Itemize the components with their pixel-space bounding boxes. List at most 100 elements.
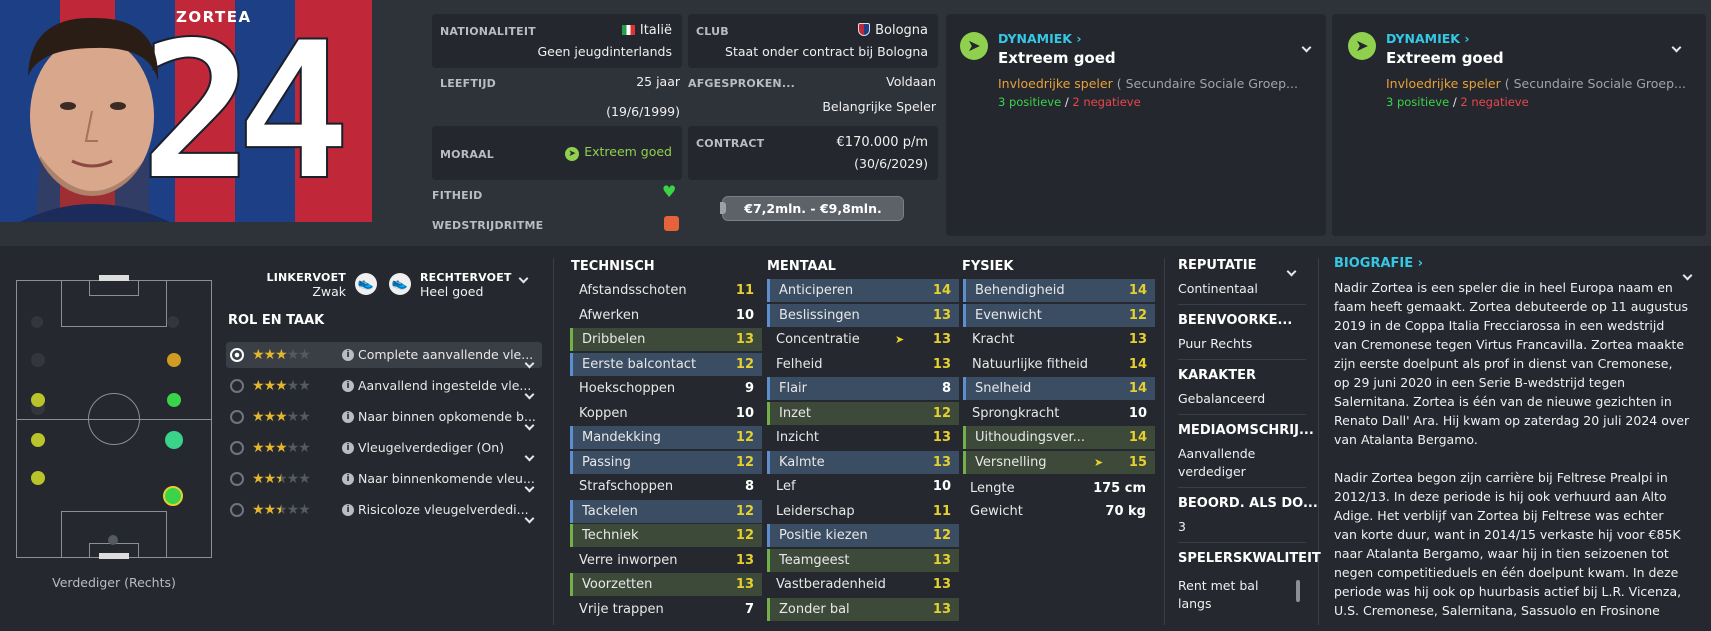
role-radio[interactable] xyxy=(230,379,244,393)
role-radio[interactable] xyxy=(230,410,244,424)
dynamics-card-2[interactable]: ➤ DYNAMIEK › Extreem goed Invloedrijke s… xyxy=(1332,14,1706,236)
trend-arrow-icon: ➤ xyxy=(895,333,905,346)
attribute-row[interactable]: Verre inworpen 13 xyxy=(570,549,762,572)
attribute-row[interactable]: Beslissingen 13 xyxy=(767,303,959,327)
info-icon[interactable]: i xyxy=(342,473,354,485)
info-icon[interactable]: i xyxy=(342,380,354,392)
attribute-row[interactable]: Positie kiezen 12 xyxy=(767,524,959,547)
attribute-row[interactable]: Mandekking 12 xyxy=(570,426,762,449)
attribute-row[interactable]: Tackelen 12 xyxy=(570,499,762,523)
attribute-value: 13 xyxy=(932,552,951,568)
role-radio[interactable] xyxy=(230,503,244,517)
attribute-name: Strafschoppen xyxy=(579,479,674,494)
attribute-row[interactable]: Sprongkracht 10 xyxy=(963,402,1155,425)
chevron-down-icon[interactable] xyxy=(1671,36,1682,55)
attribute-name: Zonder bal xyxy=(779,601,850,617)
dynamics-title: DYNAMIEK xyxy=(998,31,1072,46)
role-radio[interactable] xyxy=(230,348,244,362)
attribute-name: Evenwicht xyxy=(975,307,1042,323)
info-icon[interactable]: i xyxy=(342,504,354,516)
left-boot-icon: 👟 xyxy=(355,273,377,295)
attribute-row[interactable]: Passing 12 xyxy=(570,450,762,474)
attribute-value: 13 xyxy=(932,430,951,445)
attribute-row[interactable]: Natuurlijke fitheid 14 xyxy=(963,353,1155,376)
role-row[interactable]: ★★★★★ i Aanvallend ingestelde vle... xyxy=(226,373,542,400)
attribute-row[interactable]: Hoekschoppen 9 xyxy=(570,377,762,400)
attribute-row[interactable]: Kalmte 13 xyxy=(767,450,959,474)
attribute-row[interactable]: Teamgeest 13 xyxy=(767,548,959,572)
attribute-row[interactable]: Evenwicht 12 xyxy=(963,303,1155,327)
attribute-row[interactable]: Leiderschap 11 xyxy=(767,500,959,523)
role-row[interactable]: ★★★★★ i Naar binnen opkomende b... xyxy=(226,404,542,431)
attribute-row[interactable]: Voorzetten 13 xyxy=(570,573,762,596)
attribute-row[interactable]: Behendigheid 14 xyxy=(963,279,1155,302)
attribute-name: Mandekking xyxy=(582,430,661,445)
nationality-card[interactable]: NATIONALITEIT Italië Geen jeugdinterland… xyxy=(432,14,682,68)
attribute-row[interactable]: Vrije trappen 7 xyxy=(570,598,762,621)
attribute-row[interactable]: Afwerken 10 xyxy=(570,304,762,327)
attribute-row[interactable]: Inzicht 13 xyxy=(767,426,959,449)
info-icon[interactable]: i xyxy=(342,411,354,423)
attribute-name: Felheid xyxy=(776,356,823,372)
attribute-row[interactable]: Flair 8 xyxy=(767,377,959,400)
role-row[interactable]: ★★★★★ i Risicoloze vleugelverdedi... xyxy=(226,497,542,524)
attribute-row[interactable]: Vastberadenheid 13 xyxy=(767,573,959,596)
role-radio[interactable] xyxy=(230,472,244,486)
length-value: 175 cm xyxy=(1093,481,1146,496)
influence-text: Invloedrijke speler xyxy=(1386,76,1501,91)
role-row[interactable]: ★★★★★ i Complete aanvallende vle... xyxy=(226,342,542,369)
attribute-value: 12 xyxy=(932,528,951,543)
role-radio[interactable] xyxy=(230,441,244,455)
attribute-row[interactable]: Dribbelen 13 xyxy=(570,328,762,351)
negative-count: 2 negatieve xyxy=(1072,95,1141,109)
value-badge[interactable]: €7,2mln. - €9,8mln. xyxy=(722,196,904,221)
attribute-row[interactable]: Strafschoppen 8 xyxy=(570,475,762,498)
nationality-label: NATIONALITEIT xyxy=(440,25,536,38)
match-rhythm-icon xyxy=(664,216,679,231)
attribute-row[interactable]: Eerste balcontact 12 xyxy=(570,352,762,376)
dynamics-card-1[interactable]: ➤ DYNAMIEK › Extreem goed Invloedrijke s… xyxy=(946,14,1326,236)
attribute-name: Verre inworpen xyxy=(579,552,678,568)
bio-link[interactable]: BIOGRAFIE › xyxy=(1334,256,1423,271)
attribute-row[interactable]: Felheid 13 xyxy=(767,353,959,376)
attribute-row[interactable]: Koppen 10 xyxy=(570,402,762,425)
attribute-row[interactable]: Lef 10 xyxy=(767,475,959,498)
attribute-row[interactable]: Afstandsschoten 11 xyxy=(570,279,762,302)
attribute-value: 12 xyxy=(735,528,754,543)
attribute-name: Techniek xyxy=(582,528,639,543)
role-row[interactable]: ★★★★★ i Naar binnenkomende vleu... xyxy=(226,466,542,493)
dynamics-link[interactable]: DYNAMIEK › xyxy=(1386,31,1469,46)
attribute-row[interactable]: Kracht 13 xyxy=(963,328,1155,351)
bio-line: Salernitana. Zortea is één van de nieuwe… xyxy=(1334,394,1672,409)
attribute-row[interactable]: Uithoudingsver... 14 xyxy=(963,426,1155,449)
info-icon[interactable]: i xyxy=(342,442,354,454)
chevron-down-icon[interactable] xyxy=(518,267,529,286)
age-label: LEEFTIJD xyxy=(440,77,496,90)
attribute-row[interactable]: Concentratie ➤ 13 xyxy=(767,328,959,351)
fitness-heart-icon: ♥ xyxy=(662,182,677,201)
bio-line: op 29 juni 2020 in een Serie B-wedstrijd… xyxy=(1334,375,1626,390)
roles-title: ROL EN TAAK xyxy=(228,313,325,328)
attribute-name: Natuurlijke fitheid xyxy=(972,356,1089,372)
chevron-down-icon[interactable] xyxy=(1301,36,1312,55)
morale-card[interactable]: MORAAL ➤ Extreem goed xyxy=(432,126,682,180)
attribute-row[interactable]: Anticiperen 14 xyxy=(767,279,959,302)
attribute-value: 13 xyxy=(1128,332,1147,347)
scrollbar[interactable] xyxy=(1296,580,1300,602)
attribute-row[interactable]: Inzet 12 xyxy=(767,401,959,425)
chevron-down-icon[interactable] xyxy=(1286,260,1297,279)
info-icon[interactable]: i xyxy=(342,349,354,361)
media-line-2: verdediger xyxy=(1178,464,1246,479)
chevron-down-icon[interactable] xyxy=(524,505,535,531)
attribute-row[interactable]: Techniek 12 xyxy=(570,524,762,547)
contract-card[interactable]: CONTRACT €170.000 p/m (30/6/2029) xyxy=(688,126,938,180)
attribute-row[interactable]: Versnelling ➤ 15 xyxy=(963,450,1155,474)
attribute-name: Uithoudingsver... xyxy=(975,430,1086,445)
attribute-row[interactable]: Snelheid 14 xyxy=(963,377,1155,400)
attribute-name: Tackelen xyxy=(582,503,638,519)
attribute-row[interactable]: Zonder bal 13 xyxy=(767,597,959,621)
dynamics-link[interactable]: DYNAMIEK › xyxy=(998,31,1081,46)
foot-label: BEENVOORKE... xyxy=(1178,313,1293,328)
club-card[interactable]: CLUB Bologna Staat onder contract bij Bo… xyxy=(688,14,938,68)
role-row[interactable]: ★★★★★ i Vleugelverdediger (On) xyxy=(226,435,542,462)
